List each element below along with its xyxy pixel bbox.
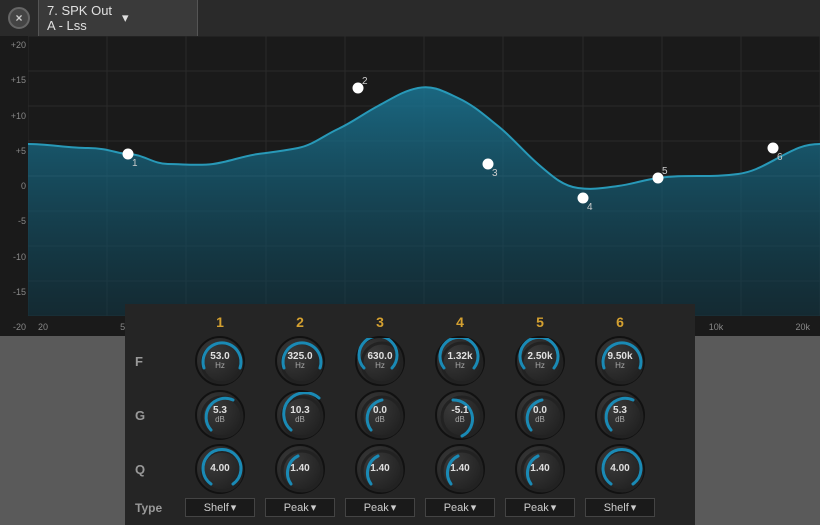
q-label: Q: [135, 462, 180, 477]
type-select-4[interactable]: Peak ▾: [425, 498, 495, 517]
type-label: Type: [135, 501, 180, 515]
q-row: Q 4.00: [135, 444, 685, 494]
type-select-5[interactable]: Peak ▾: [505, 498, 575, 517]
band-num-3: 3: [340, 314, 420, 330]
band-num-4: 4: [420, 314, 500, 330]
type-row: Type Shelf ▾ Peak ▾ Peak ▾: [135, 498, 685, 517]
main-container: × 7. SPK Out A - Lss ▾ +20 +15 +10 +5 0 …: [0, 0, 820, 525]
type-select-3[interactable]: Peak ▾: [345, 498, 415, 517]
preset-name: 7. SPK Out A - Lss: [47, 3, 114, 33]
freq-knob-3[interactable]: 630.0 Hz: [340, 336, 420, 386]
gain-unit-1: dB: [213, 416, 227, 424]
y-label-20n: -20: [2, 322, 26, 332]
band-numbers-row: 1 2 3 4 5 6: [180, 314, 685, 330]
eq-curve-svg: 1 2 3 4 5 6: [28, 36, 820, 316]
q-knob-5[interactable]: 1.40: [500, 444, 580, 494]
freq-knob-5[interactable]: 2.50k Hz: [500, 336, 580, 386]
gain-row: G 5.3 dB: [135, 390, 685, 440]
type-select-6[interactable]: Shelf ▾: [585, 498, 655, 517]
q-knob-6[interactable]: 4.00: [580, 444, 660, 494]
gain-unit-4: dB: [451, 416, 468, 424]
svg-text:3: 3: [492, 168, 498, 179]
freq-unit-3: Hz: [367, 362, 392, 370]
q-val-4: 1.40: [450, 464, 469, 474]
y-label-15p: +15: [2, 75, 26, 85]
freq-unit-6: Hz: [607, 362, 632, 370]
freq-knob-2[interactable]: 325.0 Hz: [260, 336, 340, 386]
freq-knob-6[interactable]: 9.50k Hz: [580, 336, 660, 386]
x-label-20k: 20k: [795, 322, 810, 332]
eq-display: +20 +15 +10 +5 0 -5 -10 -15 -20: [0, 36, 820, 336]
band-num-5: 5: [500, 314, 580, 330]
gain-knob-6[interactable]: 5.3 dB: [580, 390, 660, 440]
band-num-6: 6: [580, 314, 660, 330]
type-select-5-container: Peak ▾: [500, 498, 580, 517]
q-val-2: 1.40: [290, 464, 309, 474]
y-axis-labels: +20 +15 +10 +5 0 -5 -10 -15 -20: [0, 36, 28, 336]
gain-unit-5: dB: [533, 416, 547, 424]
y-label-10n: -10: [2, 252, 26, 262]
type-select-6-container: Shelf ▾: [580, 498, 660, 517]
x-label-10k: 10k: [709, 322, 724, 332]
type-select-1-container: Shelf ▾: [180, 498, 260, 517]
q-val-5: 1.40: [530, 464, 549, 474]
freq-unit-4: Hz: [447, 362, 472, 370]
freq-row: F 53.0 Hz: [135, 336, 685, 386]
y-label-5p: +5: [2, 146, 26, 156]
type-select-2[interactable]: Peak ▾: [265, 498, 335, 517]
gain-label: G: [135, 408, 180, 423]
freq-knob-4[interactable]: 1.32k Hz: [420, 336, 500, 386]
svg-text:1: 1: [132, 158, 138, 169]
q-val-6: 4.00: [610, 464, 629, 474]
freq-unit-5: Hz: [527, 362, 552, 370]
svg-text:6: 6: [777, 152, 783, 163]
gain-unit-6: dB: [613, 416, 627, 424]
top-bar: × 7. SPK Out A - Lss ▾: [0, 0, 820, 36]
close-button[interactable]: ×: [8, 7, 30, 29]
svg-text:5: 5: [662, 166, 668, 177]
gain-knob-3[interactable]: 0.0 dB: [340, 390, 420, 440]
gain-knob-2[interactable]: 10.3 dB: [260, 390, 340, 440]
y-label-0: 0: [2, 181, 26, 191]
q-knob-3[interactable]: 1.40: [340, 444, 420, 494]
y-label-5n: -5: [2, 216, 26, 226]
type-select-3-container: Peak ▾: [340, 498, 420, 517]
gain-knob-1[interactable]: 5.3 dB: [180, 390, 260, 440]
svg-text:2: 2: [362, 76, 368, 87]
q-knob-4[interactable]: 1.40: [420, 444, 500, 494]
q-knob-2[interactable]: 1.40: [260, 444, 340, 494]
dropdown-icon: ▾: [122, 10, 189, 26]
band-num-2: 2: [260, 314, 340, 330]
type-select-4-container: Peak ▾: [420, 498, 500, 517]
freq-knob-1[interactable]: 53.0 Hz: [180, 336, 260, 386]
q-val-3: 1.40: [370, 464, 389, 474]
type-select-1[interactable]: Shelf ▾: [185, 498, 255, 517]
preset-selector[interactable]: 7. SPK Out A - Lss ▾: [38, 0, 198, 37]
freq-label: F: [135, 354, 180, 369]
control-panel: 1 2 3 4 5 6 F 53.0 Hz: [125, 304, 695, 525]
q-val-1: 4.00: [210, 464, 229, 474]
gain-unit-3: dB: [373, 416, 387, 424]
band-num-1: 1: [180, 314, 260, 330]
y-label-10p: +10: [2, 111, 26, 121]
q-knob-1[interactable]: 4.00: [180, 444, 260, 494]
y-label-20p: +20: [2, 40, 26, 50]
svg-text:4: 4: [587, 202, 593, 213]
y-label-15n: -15: [2, 287, 26, 297]
freq-unit-2: Hz: [287, 362, 312, 370]
gain-knob-4[interactable]: -5.1 dB: [420, 390, 500, 440]
eq-curve-area: 1 2 3 4 5 6: [28, 36, 820, 316]
x-label-20: 20: [38, 322, 48, 332]
gain-unit-2: dB: [290, 416, 309, 424]
gain-knob-5[interactable]: 0.0 dB: [500, 390, 580, 440]
freq-unit-1: Hz: [210, 362, 229, 370]
type-select-2-container: Peak ▾: [260, 498, 340, 517]
